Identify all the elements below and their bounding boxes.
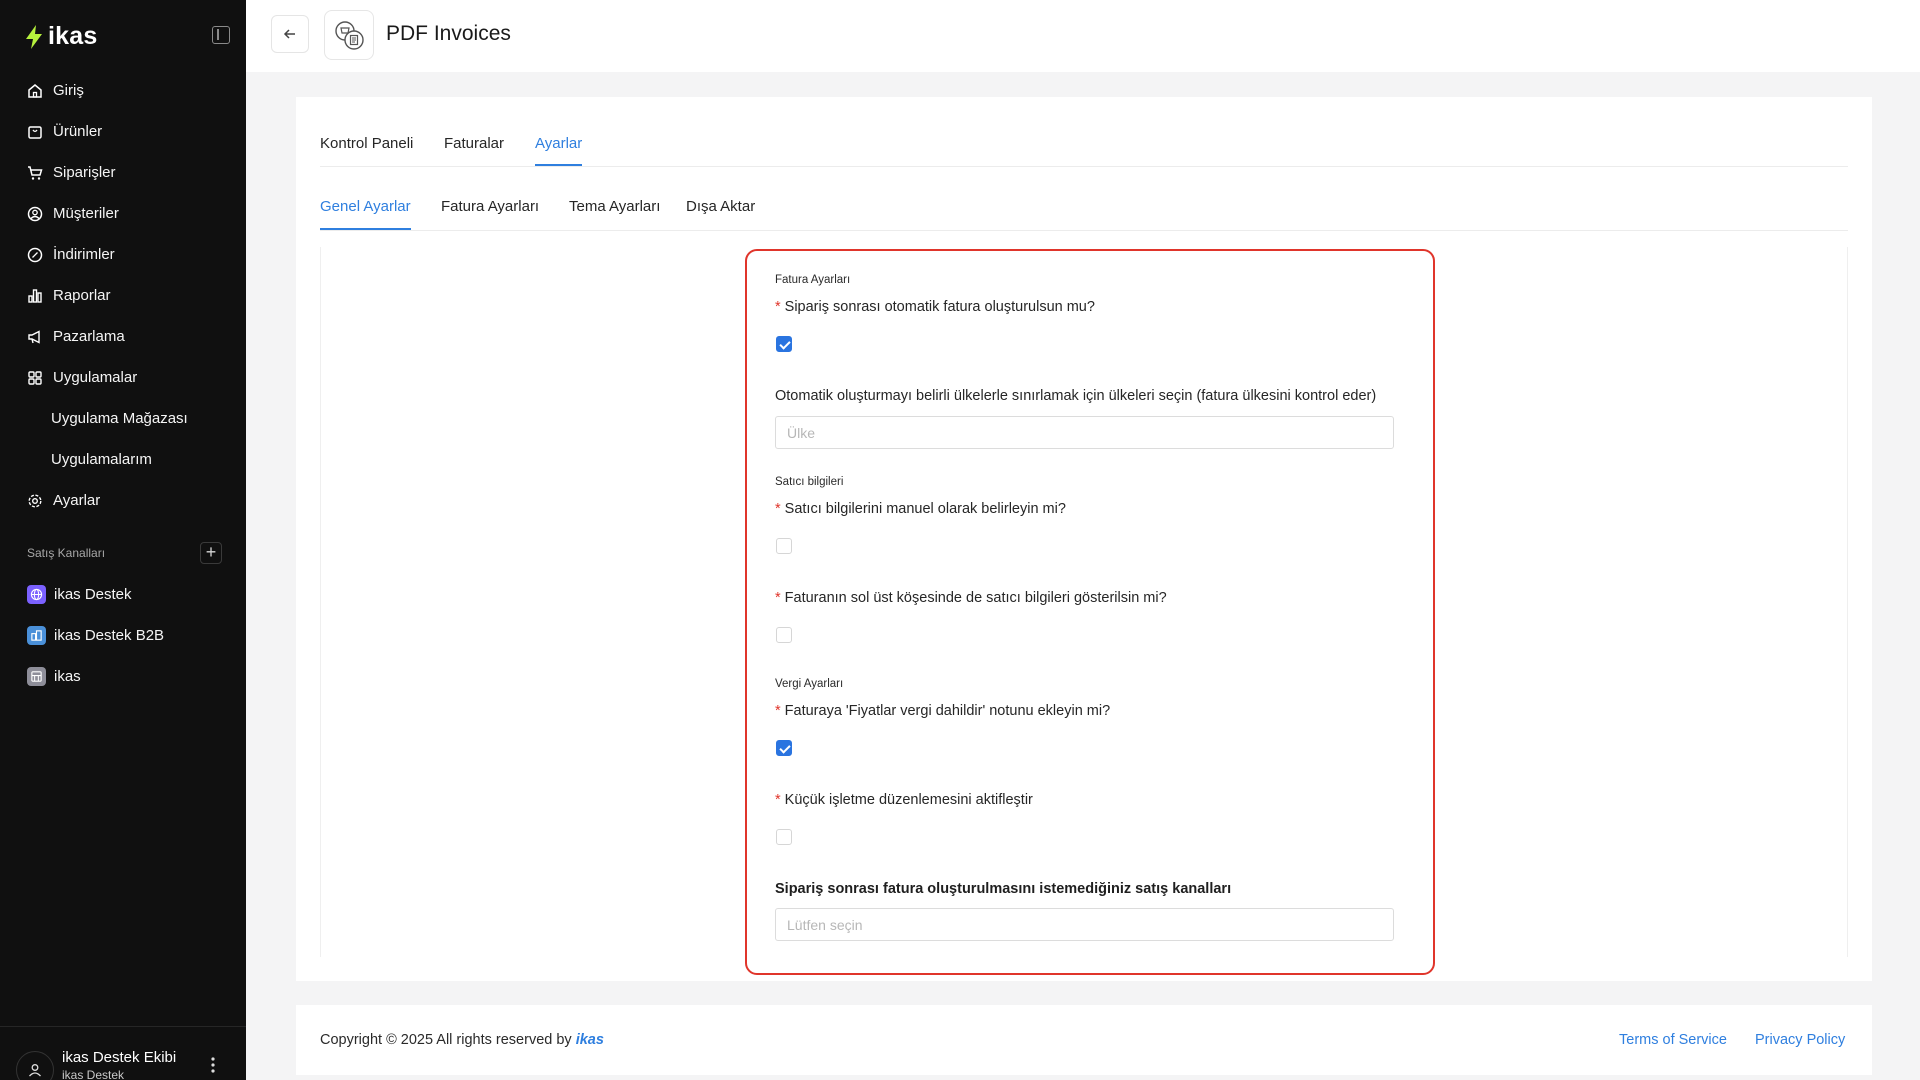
sales-channel-label: ikas Destek B2B <box>54 627 165 644</box>
sales-channels-list: ikas Destek ikas Destek B2B ikas <box>0 574 246 697</box>
tab-disa-aktar[interactable]: Dışa Aktar <box>686 198 755 215</box>
tax-note-checkbox[interactable] <box>776 740 792 756</box>
arrow-left-icon <box>283 29 295 39</box>
seller-corner-question: * Faturanın sol üst köşesinde de satıcı b… <box>775 590 1167 606</box>
sidebar-item-urunler[interactable]: Ürünler <box>0 111 246 152</box>
discount-icon <box>27 247 43 263</box>
invoice-settings-title: Fatura Ayarları <box>775 274 851 286</box>
sidebar-item-label: Ürünler <box>53 123 103 140</box>
back-button[interactable] <box>271 15 309 53</box>
auto-invoice-checkbox[interactable] <box>776 336 792 352</box>
country-select[interactable]: Ülke <box>775 416 1394 449</box>
b2b-icon <box>27 626 46 645</box>
sidebar-item-musteriler[interactable]: Müşteriler <box>0 193 246 234</box>
tax-note-question: * Faturaya 'Fiyatlar vergi dahildir' notu… <box>775 703 1111 719</box>
sidebar-item-label: Giriş <box>53 82 84 99</box>
sales-channel-ikas-destek[interactable]: ikas Destek <box>0 574 246 615</box>
privacy-policy-link[interactable]: Privacy Policy <box>1755 1032 1845 1048</box>
sales-channel-ikas-destek-b2b[interactable]: ikas Destek B2B <box>0 615 246 656</box>
chart-icon <box>27 288 43 304</box>
collapse-sidebar-icon[interactable] <box>212 26 230 44</box>
sidebar-item-uygulama-magazasi[interactable]: Uygulama Mağazası <box>0 398 246 439</box>
sidebar-item-giris[interactable]: Giriş <box>0 70 246 111</box>
gear-icon <box>27 493 43 509</box>
apps-grid-icon <box>27 370 43 386</box>
tax-settings-title: Vergi Ayarları <box>775 678 844 690</box>
sidebar: ikas Giriş Ürünler Siparişler Müşteriler… <box>0 0 246 1080</box>
user-name: ikas Destek Ekibi <box>62 1049 177 1066</box>
seller-manual-checkbox[interactable] <box>776 538 792 554</box>
bolt-icon <box>26 24 42 49</box>
logo-text: ikas <box>48 22 98 50</box>
sidebar-item-indirimler[interactable]: İndirimler <box>0 234 246 275</box>
tab-tema-ayarlari[interactable]: Tema Ayarları <box>569 198 660 215</box>
general-settings-form: Fatura Ayarları * Sipariş sonrası otomati… <box>745 249 1435 975</box>
sidebar-nav: Giriş Ürünler Siparişler Müşteriler İndi… <box>0 70 246 521</box>
sidebar-item-label: Uygulama Mağazası <box>51 410 188 427</box>
copyright-text: Copyright © 2025 All rights reserved by … <box>320 1032 604 1048</box>
sidebar-item-label: Raporlar <box>53 287 111 304</box>
store-icon <box>27 667 46 686</box>
primary-tabs: Kontrol Paneli Faturalar Ayarlar <box>320 97 1848 167</box>
sidebar-item-label: İndirimler <box>53 246 115 263</box>
tab-fatura-ayarlari[interactable]: Fatura Ayarları <box>441 198 539 215</box>
auto-invoice-question: * Sipariş sonrası otomatik fatura oluştur… <box>775 299 1095 315</box>
add-sales-channel-button[interactable]: + <box>200 542 222 564</box>
sales-channels-title: Satış Kanalları <box>27 546 106 560</box>
secondary-tabs: Genel Ayarlar Fatura Ayarları Tema Ayarl… <box>320 167 1848 231</box>
tab-genel-ayarlar[interactable]: Genel Ayarlar <box>320 198 411 230</box>
sidebar-item-uygulamalar[interactable]: Uygulamalar <box>0 357 246 398</box>
box-icon <box>27 124 43 140</box>
country-question: Otomatik oluşturmayı belirli ülkelerle s… <box>775 388 1377 404</box>
user-avatar-icon <box>16 1051 54 1080</box>
globe-icon <box>27 585 46 604</box>
seller-info-title: Satıcı bilgileri <box>775 476 844 488</box>
seller-manual-question: * Satıcı bilgilerini manuel olarak belirl… <box>775 501 1066 517</box>
sidebar-item-label: Müşteriler <box>53 205 119 222</box>
footer-brand-link[interactable]: ikas <box>576 1032 604 1048</box>
footer: Copyright © 2025 All rights reserved by … <box>296 1005 1872 1075</box>
user-circle-icon <box>27 206 43 222</box>
sidebar-item-raporlar[interactable]: Raporlar <box>0 275 246 316</box>
cart-icon <box>27 165 43 181</box>
small-business-question: * Küçük işletme düzenlemesini aktifleştir <box>775 792 1033 808</box>
page-title: PDF Invoices <box>386 22 511 45</box>
page-header: PDF Invoices <box>246 0 1920 72</box>
sidebar-item-siparisler[interactable]: Siparişler <box>0 152 246 193</box>
excluded-channels-question: Sipariş sonrası fatura oluşturulmasını i… <box>775 881 1232 897</box>
sidebar-item-label: Siparişler <box>53 164 116 181</box>
sales-channel-ikas[interactable]: ikas <box>0 656 246 697</box>
sidebar-item-ayarlar[interactable]: Ayarlar <box>0 480 246 521</box>
sidebar-item-uygulamalarim[interactable]: Uygulamalarım <box>0 439 246 480</box>
sidebar-item-label: Uygulamalar <box>53 369 138 386</box>
sidebar-item-label: Ayarlar <box>53 492 101 509</box>
home-icon <box>27 83 43 99</box>
sales-channel-label: ikas <box>54 668 81 685</box>
terms-of-service-link[interactable]: Terms of Service <box>1619 1032 1727 1048</box>
sales-channel-label: ikas Destek <box>54 586 132 603</box>
sidebar-item-label: Uygulamalarım <box>51 451 152 468</box>
seller-corner-checkbox[interactable] <box>776 627 792 643</box>
user-profile[interactable]: ikas Destek Ekibi ikas Destek <box>0 1026 246 1080</box>
sidebar-item-label: Pazarlama <box>53 328 125 345</box>
excluded-channels-select[interactable]: Lütfen seçin <box>775 908 1394 941</box>
app-logo <box>324 10 374 60</box>
user-store: ikas Destek <box>62 1068 125 1080</box>
megaphone-icon <box>27 329 43 345</box>
more-vertical-icon[interactable] <box>208 1055 218 1075</box>
tab-ayarlar[interactable]: Ayarlar <box>535 135 583 166</box>
small-business-checkbox[interactable] <box>776 829 792 845</box>
tab-faturalar[interactable]: Faturalar <box>444 135 504 152</box>
ikas-logo[interactable]: ikas <box>24 22 97 51</box>
sidebar-item-pazarlama[interactable]: Pazarlama <box>0 316 246 357</box>
pdf-invoices-app-icon <box>335 21 364 50</box>
tab-kontrol-paneli[interactable]: Kontrol Paneli <box>320 135 413 152</box>
